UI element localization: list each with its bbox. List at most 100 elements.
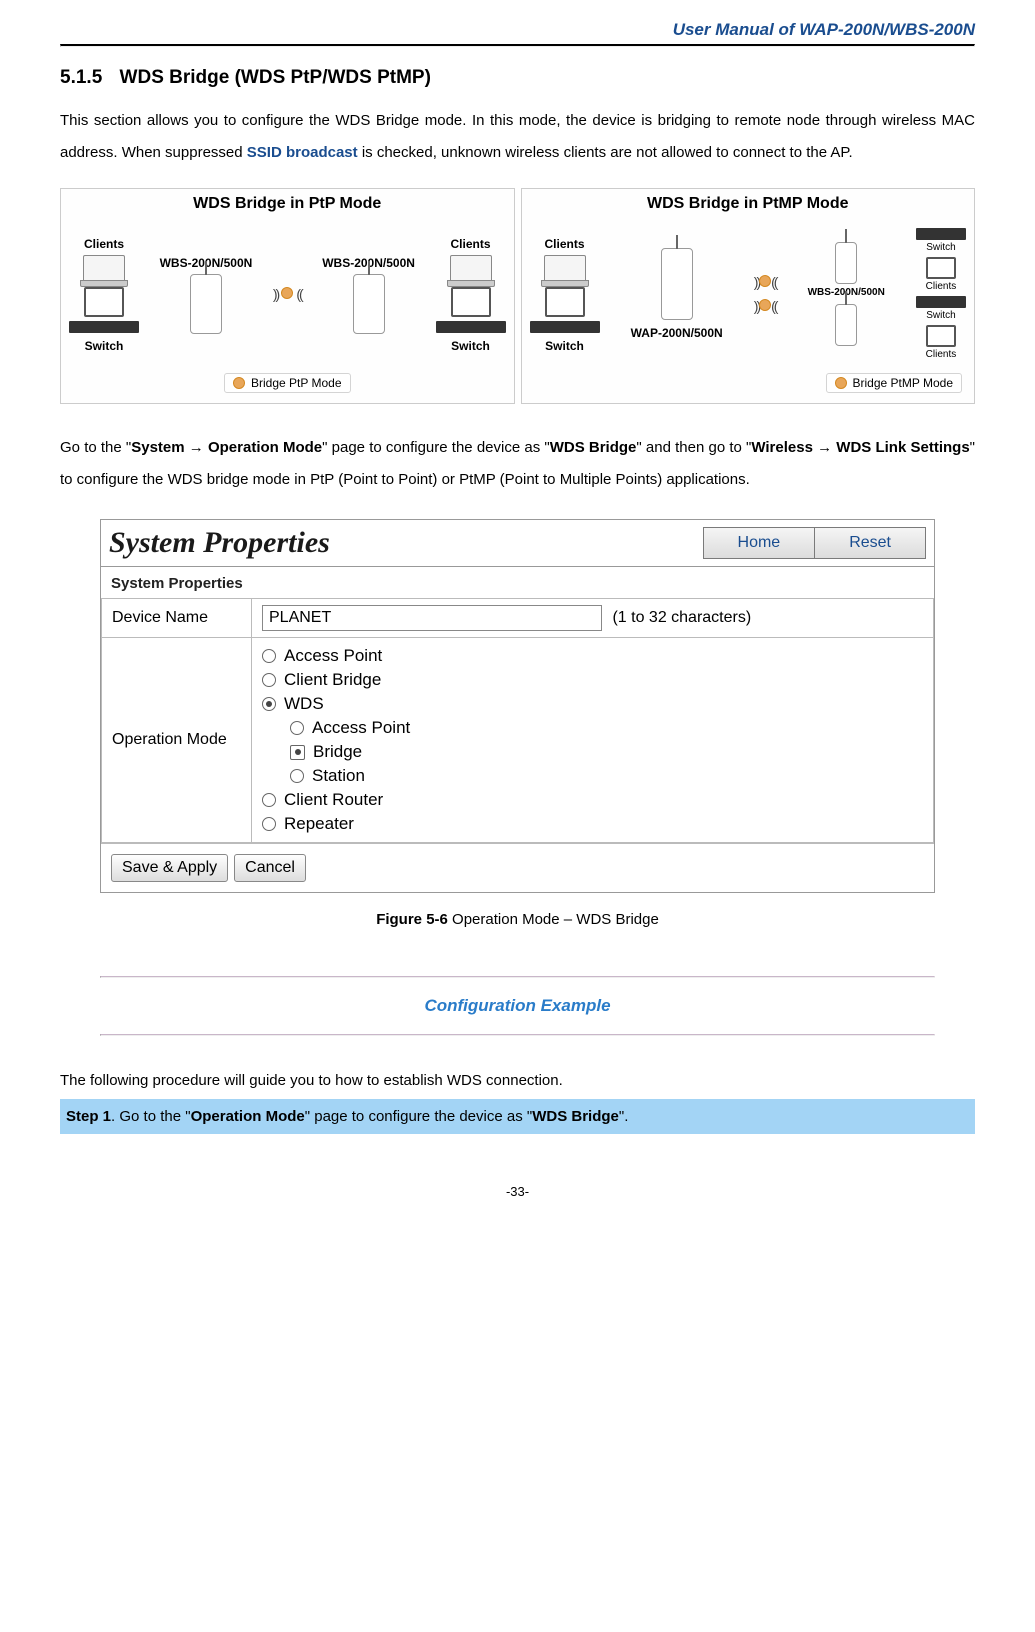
- ptp-ap-left: WBS-200N/500N: [160, 254, 253, 334]
- intro-paragraph: This section allows you to configure the…: [60, 105, 975, 168]
- home-button[interactable]: Home: [703, 527, 816, 559]
- step-wdsbridge: WDS Bridge: [532, 1108, 619, 1125]
- panel-section-label: System Properties: [101, 567, 934, 598]
- radio-wds-station[interactable]: Station: [262, 764, 923, 788]
- wifi-link: ))((: [754, 298, 777, 314]
- diagram-pair: WDS Bridge in PtP Mode Clients Switch WB…: [60, 188, 975, 404]
- operation-mode-cell: Access Point Client Bridge WDS Access Po…: [252, 638, 934, 843]
- monitor-icon: [926, 325, 956, 347]
- wifi-link: ))((: [754, 274, 777, 290]
- table-row: Device Name (1 to 32 characters): [102, 599, 934, 638]
- figure-label: Figure 5-6: [376, 911, 448, 928]
- switch-label: Switch: [85, 339, 124, 353]
- nav-wdslink: WDS Link Settings: [836, 439, 969, 456]
- panel-footer: Save & Apply Cancel: [101, 843, 934, 892]
- monitor-icon: [84, 287, 124, 317]
- radio-access-point[interactable]: Access Point: [262, 644, 923, 668]
- laptop-icon: [450, 255, 492, 283]
- page-number: -33-: [60, 1184, 975, 1199]
- ptmp-link-col: ))(( ))((: [754, 274, 777, 314]
- step-opmode: Operation Mode: [191, 1108, 305, 1125]
- wifi-waves-icon: )): [273, 286, 278, 302]
- switch-icon: [916, 228, 966, 240]
- switch-icon: [916, 296, 966, 308]
- switch-label: Switch: [545, 339, 584, 353]
- figure-text: Operation Mode – WDS Bridge: [448, 911, 659, 928]
- clients-label: Clients: [926, 281, 957, 292]
- device-name-hint: (1 to 32 characters): [612, 609, 751, 626]
- following-text: The following procedure will guide you t…: [60, 1072, 975, 1089]
- switch-label: Switch: [926, 310, 955, 321]
- ap-device-icon: [835, 242, 857, 284]
- config-example-heading: Configuration Example: [60, 978, 975, 1034]
- ap-device-icon: [353, 274, 385, 334]
- reset-button[interactable]: Reset: [814, 527, 926, 559]
- section-number: 5.1.5: [60, 67, 102, 88]
- ptp-ap-right: WBS-200N/500N: [322, 254, 415, 334]
- nav-opmode: Operation Mode: [208, 439, 322, 456]
- nav-system: System: [131, 439, 184, 456]
- ptp-right-clients: Clients Switch: [436, 235, 506, 353]
- manual-title: User Manual of WAP-200N/WBS-200N: [60, 20, 975, 44]
- properties-table: Device Name (1 to 32 characters) Operati…: [101, 598, 934, 843]
- header-rule: [60, 44, 975, 47]
- config-hr-bottom: [100, 1034, 935, 1036]
- figure-caption: Figure 5-6 Operation Mode – WDS Bridge: [60, 911, 975, 928]
- clients-label: Clients: [450, 237, 490, 251]
- wifi-dot-icon: [281, 287, 293, 299]
- switch-icon: [530, 321, 600, 333]
- diagram-ptp: WDS Bridge in PtP Mode Clients Switch WB…: [60, 188, 515, 404]
- diagram-ptmp: WDS Bridge in PtMP Mode Clients Switch W…: [521, 188, 976, 404]
- device-label: WAP-200N/500N: [631, 326, 723, 340]
- monitor-icon: [545, 287, 585, 317]
- radio-client-bridge[interactable]: Client Bridge: [262, 668, 923, 692]
- nav-arrow-icon: →: [185, 439, 208, 456]
- cancel-button[interactable]: Cancel: [234, 854, 306, 882]
- step-1-box: Step 1. Go to the "Operation Mode" page …: [60, 1099, 975, 1134]
- mode-label: Bridge PtP Mode: [251, 376, 342, 390]
- diagram-ptmp-title: WDS Bridge in PtMP Mode: [530, 195, 967, 213]
- radio-repeater[interactable]: Repeater: [262, 812, 923, 836]
- mode-badge: Bridge PtMP Mode: [826, 373, 963, 393]
- section-title: WDS Bridge (WDS PtP/WDS PtMP): [120, 67, 431, 88]
- save-apply-button[interactable]: Save & Apply: [111, 854, 228, 882]
- mode-badge: Bridge PtP Mode: [224, 373, 351, 393]
- switch-label: Switch: [926, 242, 955, 253]
- switch-label: Switch: [451, 339, 490, 353]
- nav-paragraph: Go to the "System → Operation Mode" page…: [60, 432, 975, 495]
- ap-device-icon: [661, 248, 693, 320]
- system-properties-panel: System Properties Home Reset System Prop…: [100, 519, 935, 893]
- ptmp-remote-aps: WBS-200N/500N: [808, 242, 885, 346]
- wifi-waves-icon: ((: [296, 286, 301, 302]
- ptmp-left-clients: Clients Switch: [530, 235, 600, 353]
- operation-mode-label: Operation Mode: [102, 638, 252, 843]
- step-label: Step 1: [66, 1108, 111, 1125]
- wifi-link: )) ((: [273, 286, 302, 302]
- ptmp-center-ap: WAP-200N/500N: [631, 248, 723, 340]
- clients-label: Clients: [544, 237, 584, 251]
- radio-wds[interactable]: WDS: [262, 692, 923, 716]
- mode-label: Bridge PtMP Mode: [853, 376, 954, 390]
- monitor-icon: [926, 257, 956, 279]
- laptop-icon: [83, 255, 125, 283]
- ssid-broadcast-link[interactable]: SSID broadcast: [247, 144, 358, 161]
- clients-label: Clients: [926, 349, 957, 360]
- ptmp-right-stack: Switch Clients Switch Clients: [916, 228, 966, 360]
- nav-arrow-icon: →: [813, 439, 836, 456]
- device-name-input[interactable]: [262, 605, 602, 631]
- table-row: Operation Mode Access Point Client Bridg…: [102, 638, 934, 843]
- clients-label: Clients: [84, 237, 124, 251]
- radio-wds-access-point[interactable]: Access Point: [262, 716, 923, 740]
- nav-wdsbridge: WDS Bridge: [550, 439, 637, 456]
- operation-mode-radios: Access Point Client Bridge WDS Access Po…: [262, 644, 923, 836]
- section-heading: 5.1.5 WDS Bridge (WDS PtP/WDS PtMP): [60, 67, 975, 89]
- dot-icon: [835, 377, 847, 389]
- nav-wireless: Wireless: [751, 439, 813, 456]
- device-name-label: Device Name: [102, 599, 252, 638]
- ptp-left-clients: Clients Switch: [69, 235, 139, 353]
- panel-header: System Properties Home Reset: [101, 520, 934, 567]
- radio-wds-bridge[interactable]: Bridge: [262, 740, 923, 764]
- laptop-icon: [544, 255, 586, 283]
- monitor-icon: [451, 287, 491, 317]
- radio-client-router[interactable]: Client Router: [262, 788, 923, 812]
